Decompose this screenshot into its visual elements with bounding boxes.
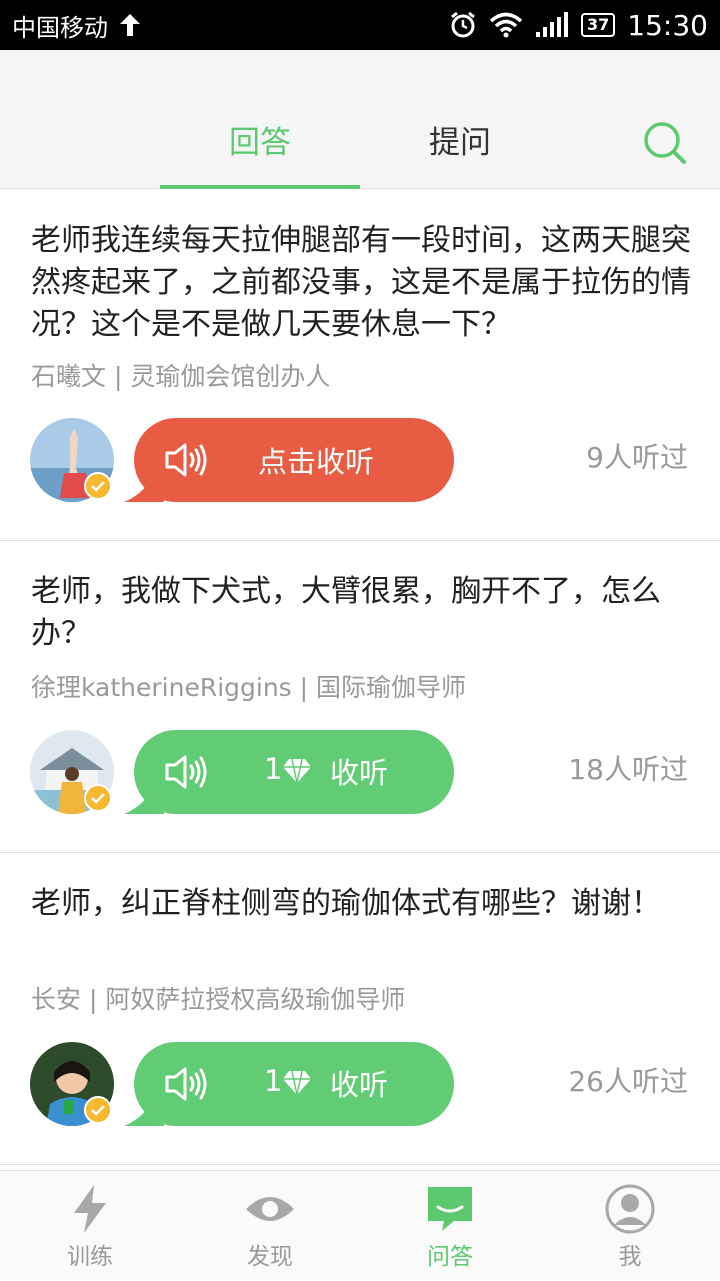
clock: 15:30 — [627, 8, 708, 42]
nav-discover[interactable]: 发现 — [180, 1171, 360, 1281]
bottom-nav: 训练 发现 问答 我 — [0, 1170, 720, 1280]
nav-label: 我 — [618, 1244, 642, 1270]
nav-me[interactable]: 我 — [540, 1171, 720, 1281]
diamond-icon — [283, 1070, 311, 1096]
listen-button[interactable]: 点击收听 — [134, 418, 454, 502]
wifi-icon — [489, 12, 523, 38]
person-icon — [605, 1184, 655, 1234]
diamond-icon — [283, 758, 311, 784]
lightning-icon — [74, 1185, 106, 1233]
answerer-info: 长安 | 阿奴萨拉授权高级瑜伽导师 — [31, 985, 406, 1014]
listen-label: 收听 — [330, 756, 389, 790]
price-value: 1 — [264, 1064, 283, 1098]
answerer-info: 徐理katherineRiggins | 国际瑜伽导师 — [31, 673, 467, 702]
nav-label: 问答 — [427, 1244, 473, 1270]
price-value: 1 — [264, 752, 283, 786]
chat-icon — [428, 1187, 472, 1231]
question-text: 老师，纠正脊柱侧弯的瑜伽体式有哪些？谢谢！ — [31, 886, 661, 921]
paid-listen-button[interactable]: 1 收听 — [134, 730, 454, 814]
battery-indicator: 37 — [581, 13, 616, 37]
nav-label: 发现 — [247, 1244, 293, 1270]
eye-icon — [246, 1197, 294, 1221]
top-tab-bar: 回答 提问 — [0, 50, 720, 189]
upload-arrow-icon — [120, 14, 140, 36]
nav-train[interactable]: 训练 — [0, 1171, 180, 1281]
verified-badge — [84, 784, 112, 812]
search-icon[interactable] — [640, 118, 690, 168]
speaker-icon — [165, 755, 207, 789]
nav-label: 训练 — [67, 1244, 113, 1270]
status-bar: 中国移动 37 15:30 — [0, 0, 720, 50]
paid-listen-button[interactable]: 1 收听 — [134, 1042, 454, 1126]
listen-label: 点击收听 — [257, 445, 374, 479]
speaker-icon — [165, 1067, 207, 1101]
question-text: 老师，我做下犬式，大臂很累，胸开不了，怎么办？ — [31, 574, 661, 651]
carrier-label: 中国移动 — [12, 13, 108, 42]
listener-count: 18人听过 — [568, 753, 688, 786]
verified-badge — [84, 472, 112, 500]
tab-ask[interactable]: 提问 — [360, 120, 560, 166]
listen-label: 收听 — [330, 1068, 389, 1102]
question-text: 老师我连续每天拉伸腿部有一段时间，这两天腿突然疼起来了，之前都没事，这是不是属于… — [31, 223, 691, 342]
verified-badge — [84, 1096, 112, 1124]
qa-card[interactable]: 老师我连续每天拉伸腿部有一段时间，这两天腿突然疼起来了，之前都没事，这是不是属于… — [0, 190, 720, 541]
alarm-icon — [451, 11, 475, 38]
listener-count: 9人听过 — [586, 441, 688, 474]
nav-qa[interactable]: 问答 — [360, 1171, 540, 1281]
signal-icon — [536, 12, 569, 37]
active-tab-indicator — [160, 185, 360, 189]
qa-card[interactable]: 老师，我做下犬式，大臂很累，胸开不了，怎么办？ 徐理katherineRiggi… — [0, 541, 720, 853]
qa-card[interactable]: 老师，纠正脊柱侧弯的瑜伽体式有哪些？谢谢！ 长安 | 阿奴萨拉授权高级瑜伽导师 … — [0, 853, 720, 1165]
answerer-info: 石曦文 | 灵瑜伽会馆创办人 — [31, 362, 331, 391]
listener-count: 26人听过 — [568, 1065, 688, 1098]
tab-answers[interactable]: 回答 — [160, 120, 360, 166]
